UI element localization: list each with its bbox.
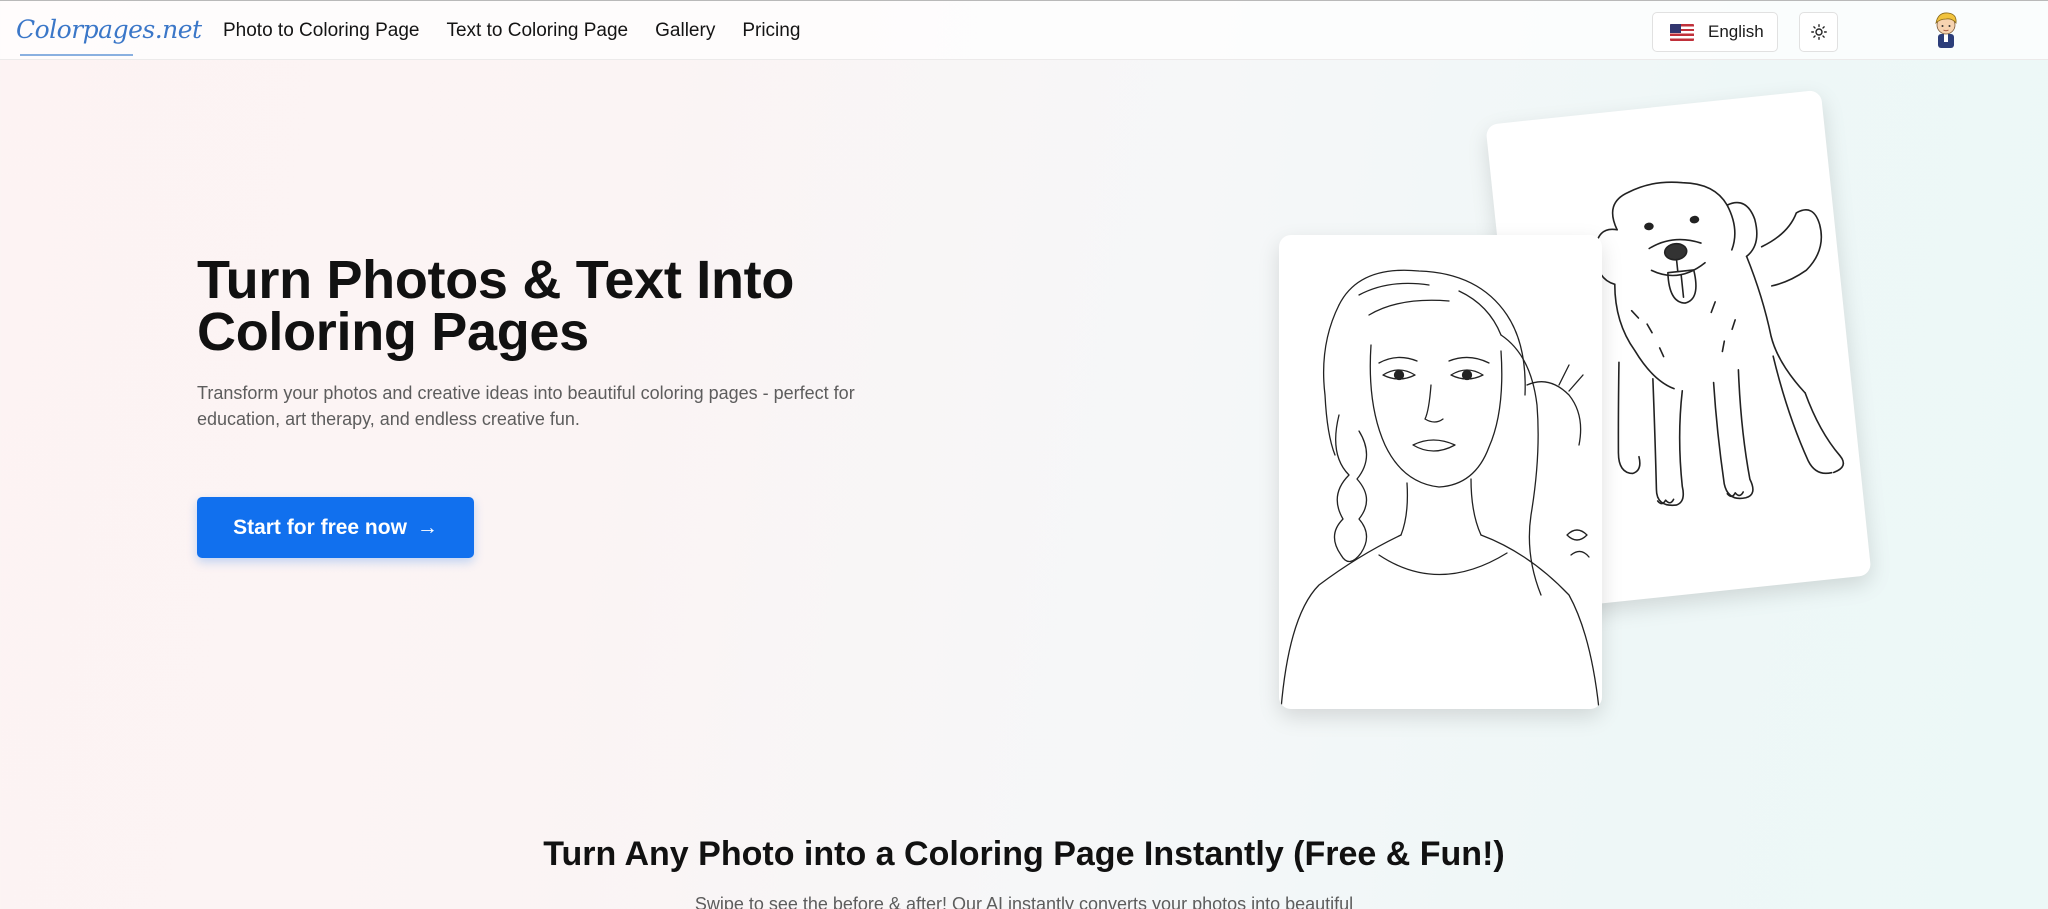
hero-subtitle: Transform your photos and creative ideas…: [197, 383, 855, 429]
logo-underline: [20, 54, 133, 56]
section-title: Turn Any Photo into a Coloring Page Inst…: [543, 835, 1505, 873]
theme-toggle-button[interactable]: [1799, 12, 1838, 52]
portrait-coloring-page-preview: [1279, 235, 1602, 709]
nav-pricing[interactable]: Pricing: [742, 20, 800, 42]
site-logo[interactable]: Colorpages.net: [16, 15, 202, 44]
language-label: English: [1708, 22, 1764, 41]
nav-photo-to-coloring[interactable]: Photo to Coloring Page: [223, 20, 419, 42]
cta-label: Start for free now: [233, 515, 407, 539]
us-flag-icon: [1670, 23, 1694, 41]
hero-title: Turn Photos & Text Into Coloring Pages: [197, 253, 997, 359]
sun-icon: [1810, 24, 1827, 40]
main-nav: Photo to Coloring Page Text to Coloring …: [223, 20, 800, 42]
user-avatar-icon[interactable]: [1930, 10, 1962, 48]
hero-title-line-1: Turn Photos & Text Into: [197, 250, 795, 310]
start-free-button[interactable]: Start for free now →: [197, 497, 474, 558]
language-selector-button[interactable]: English: [1652, 12, 1778, 52]
nav-text-to-coloring[interactable]: Text to Coloring Page: [446, 20, 628, 42]
nav-gallery[interactable]: Gallery: [655, 20, 715, 42]
portrait-line-art-image: [1280, 269, 1600, 709]
section-subtitle: Swipe to see the before & after! Our AI …: [694, 894, 1354, 909]
arrow-right-icon: →: [416, 515, 438, 539]
top-navbar: Colorpages.net Photo to Coloring Page Te…: [0, 1, 2048, 60]
hero-title-line-2: Coloring Pages: [197, 302, 589, 362]
